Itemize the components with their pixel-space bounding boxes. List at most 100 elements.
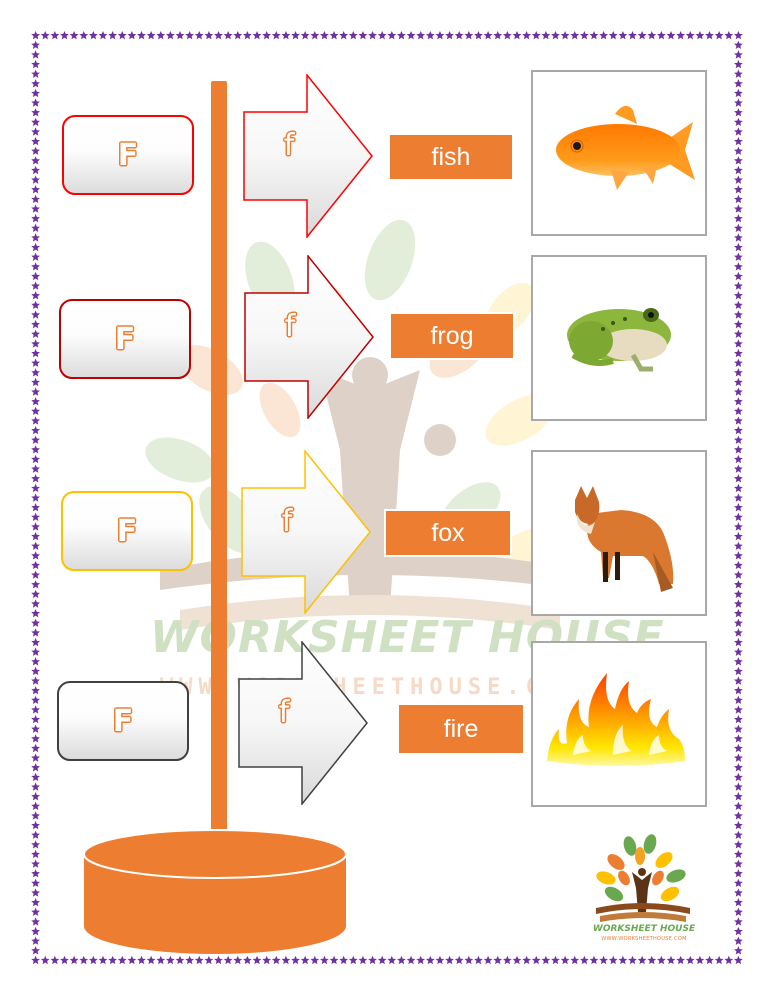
border-star [31,714,40,724]
border-star [512,955,522,965]
border-star [31,252,40,261]
border-star [146,31,156,40]
border-star [628,955,637,965]
uppercase-letter-card: F [61,491,193,571]
border-star [31,801,40,810]
border-star [88,31,98,40]
border-star [31,185,40,194]
border-star [657,955,666,965]
border-star [31,127,40,136]
border-star [31,926,40,936]
uppercase-letter-card: F [62,115,194,195]
border-star [666,31,676,40]
border-star [377,955,387,965]
border-star [31,763,40,772]
lowercase-letter: f [284,309,296,344]
lowercase-arrow: f [238,641,368,805]
border-star [214,955,223,965]
border-star [734,358,743,367]
border-star [31,734,40,743]
border-star [483,955,493,965]
border-star [127,31,137,40]
border-star [31,425,40,435]
border-star [734,589,743,599]
border-star [31,454,40,464]
border-star [204,955,214,965]
border-star [31,917,40,926]
border-star [233,31,243,40]
border-star [734,782,743,791]
border-star [271,31,281,40]
border-star [31,743,40,753]
border-star [281,31,291,40]
border-star [127,955,137,965]
border-star [734,560,743,570]
border-star [31,358,40,367]
border-star [281,955,291,965]
border-star [522,31,531,40]
border-star [734,31,743,40]
border-star [734,936,743,945]
border-star [647,955,657,965]
border-star [493,31,503,40]
border-star [406,31,416,40]
border-star [734,734,743,743]
border-star [734,888,743,897]
border-star [31,849,40,859]
border-star [608,31,618,40]
border-star [734,146,743,155]
border-star [31,955,40,965]
border-star [31,397,40,406]
border-star [300,31,310,40]
border-star [31,416,40,425]
border-star [31,560,40,570]
border-star [608,955,618,965]
border-star [705,955,714,965]
border-star [31,98,40,107]
border-star [435,955,445,965]
border-star [329,955,339,965]
border-star [734,194,743,204]
border-star [734,830,743,839]
border-star [734,531,743,541]
border-star [541,955,551,965]
border-star [291,955,300,965]
border-star [579,955,589,965]
border-star [31,869,40,878]
border-star [31,551,40,560]
border-star [60,31,69,40]
border-star [435,31,445,40]
border-star [31,522,40,531]
border-star [194,955,204,965]
border-star [474,955,483,965]
word-label: fire [399,705,523,753]
border-star [734,705,743,714]
border-star [734,108,743,117]
picture-card-fish [531,70,707,236]
border-star [31,647,40,656]
border-star [320,31,329,40]
border-star [531,31,541,40]
lowercase-letter: f [278,695,290,730]
border-star [31,503,40,512]
border-star [204,31,214,40]
sorting-pole [211,81,227,829]
border-star [31,445,40,454]
border-star [695,31,705,40]
border-star [483,31,493,40]
uppercase-letter: F [114,321,136,357]
border-star [734,252,743,261]
border-star [734,69,743,78]
border-star [734,156,743,165]
border-star [676,955,686,965]
border-star [40,31,50,40]
border-star [734,291,743,300]
border-star [734,551,743,560]
border-star [628,31,637,40]
border-star [185,955,195,965]
word-label: fox [384,509,512,557]
logo-url: WWW.WORKSHEETHOUSE.COM [601,936,687,942]
border-star [31,329,40,338]
border-star [560,31,570,40]
border-star [734,223,743,232]
